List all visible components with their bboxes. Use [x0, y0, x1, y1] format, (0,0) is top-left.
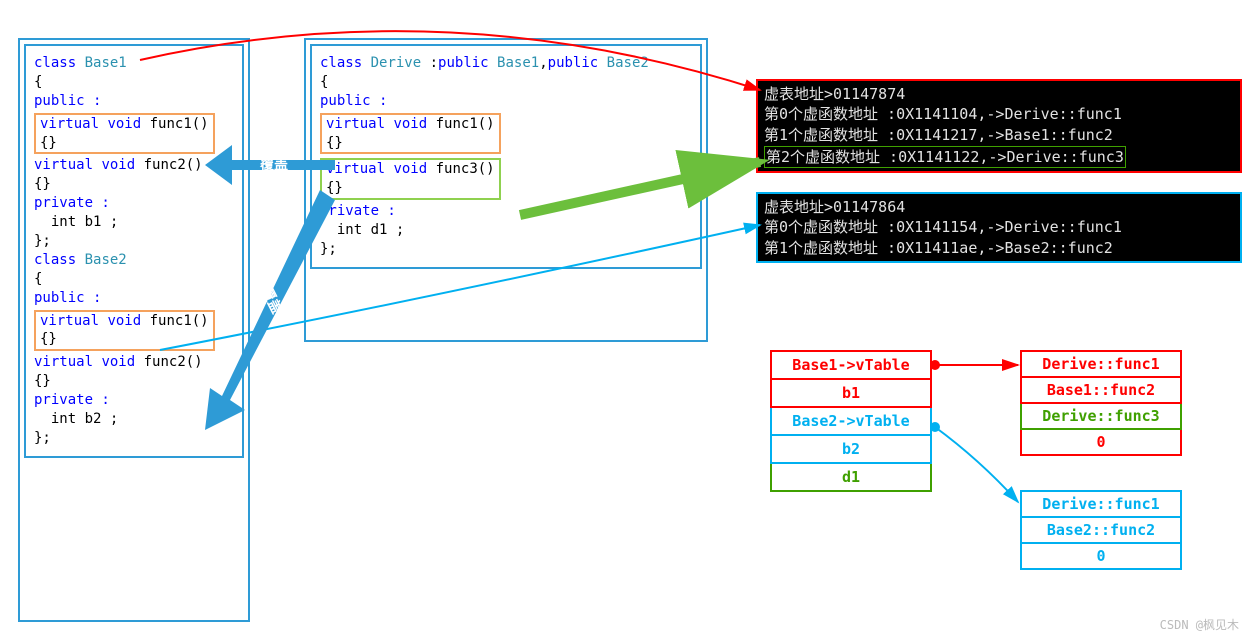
vt2-r0: Derive::func1 — [1021, 491, 1181, 517]
vt2-r2: 0 — [1021, 543, 1181, 569]
term1-l1: 第0个虚函数地址 :0X1141104,->Derive::func1 — [764, 104, 1234, 124]
term2-l2: 第1个虚函数地址 :0X11411ae,->Base2::func2 — [764, 238, 1234, 258]
base1-func2: virtual void func2() — [34, 156, 234, 175]
terminal-vtable2: 虚表地址>01147864 第0个虚函数地址 :0X1141154,->Deri… — [756, 192, 1242, 263]
derive-code: class Derive :public Base1,public Base2 … — [310, 44, 702, 269]
vt1-r1: Base1::func2 — [1021, 377, 1181, 403]
mem-base1-vptr: Base1->vTable — [771, 351, 931, 379]
mem-base2-vptr: Base2->vTable — [771, 407, 931, 435]
term1-l3: 第2个虚函数地址 :0X1141122,->Derive::func3 — [764, 146, 1126, 168]
base-classes-box: class Base1 { public : virtual void func… — [18, 38, 250, 622]
base2-func1-box: virtual void func1() {} — [34, 310, 215, 352]
derive-func3: virtual void func3() — [326, 160, 495, 179]
derive-public: public : — [320, 92, 692, 111]
base2-func1: virtual void func1() — [40, 312, 209, 331]
derive-member: int d1 ; — [320, 221, 692, 240]
base1-private: private : — [34, 194, 234, 213]
vt1-r3: 0 — [1021, 429, 1181, 455]
vt1-r2: Derive::func3 — [1021, 403, 1181, 429]
mem-d1: d1 — [771, 463, 931, 491]
arrow-vptr2 — [935, 427, 1018, 502]
base1-decl: class Base1 — [34, 54, 234, 73]
derive-decl: class Derive :public Base1,public Base2 — [320, 54, 692, 73]
label-override1: 覆盖 — [260, 154, 288, 174]
base1-func1: virtual void func1() — [40, 115, 209, 134]
vt2-r1: Base2::func2 — [1021, 517, 1181, 543]
derive-func3-box: virtual void func3() {} — [320, 158, 501, 200]
term2-l0: 虚表地址>01147864 — [764, 197, 1234, 217]
derive-class-box: class Derive :public Base1,public Base2 … — [304, 38, 708, 342]
vtable1: Derive::func1 Base1::func2 Derive::func3… — [1020, 350, 1182, 456]
base1-func1-box: virtual void func1() {} — [34, 113, 215, 155]
derive-func1: virtual void func1() — [326, 115, 495, 134]
terminal-vtable1: 虚表地址>01147874 第0个虚函数地址 :0X1141104,->Deri… — [756, 79, 1242, 173]
base1-code: class Base1 { public : virtual void func… — [24, 44, 244, 458]
base2-member: int b2 ; — [34, 410, 234, 429]
term1-l0: 虚表地址>01147874 — [764, 84, 1234, 104]
base1-public: public : — [34, 92, 234, 111]
vtable2: Derive::func1 Base2::func2 0 — [1020, 490, 1182, 570]
base1-member: int b1 ; — [34, 213, 234, 232]
mem-b1: b1 — [771, 379, 931, 407]
base2-private: private : — [34, 391, 234, 410]
base2-decl: class Base2 — [34, 251, 234, 270]
derive-func1-box: virtual void func1() {} — [320, 113, 501, 155]
derive-private: private : — [320, 202, 692, 221]
label-override2: 覆盖 — [257, 283, 288, 317]
brace: { — [34, 73, 234, 92]
term1-l2: 第1个虚函数地址 :0X1141217,->Base1::func2 — [764, 125, 1234, 145]
vt1-r0: Derive::func1 — [1021, 351, 1181, 377]
base2-public: public : — [34, 289, 234, 308]
term2-l1: 第0个虚函数地址 :0X1141154,->Derive::func1 — [764, 217, 1234, 237]
mem-b2: b2 — [771, 435, 931, 463]
watermark: CSDN @枫见木 — [1160, 616, 1239, 633]
base2-func2: virtual void func2() — [34, 353, 234, 372]
object-layout-table: Base1->vTable b1 Base2->vTable b2 d1 — [770, 350, 932, 492]
